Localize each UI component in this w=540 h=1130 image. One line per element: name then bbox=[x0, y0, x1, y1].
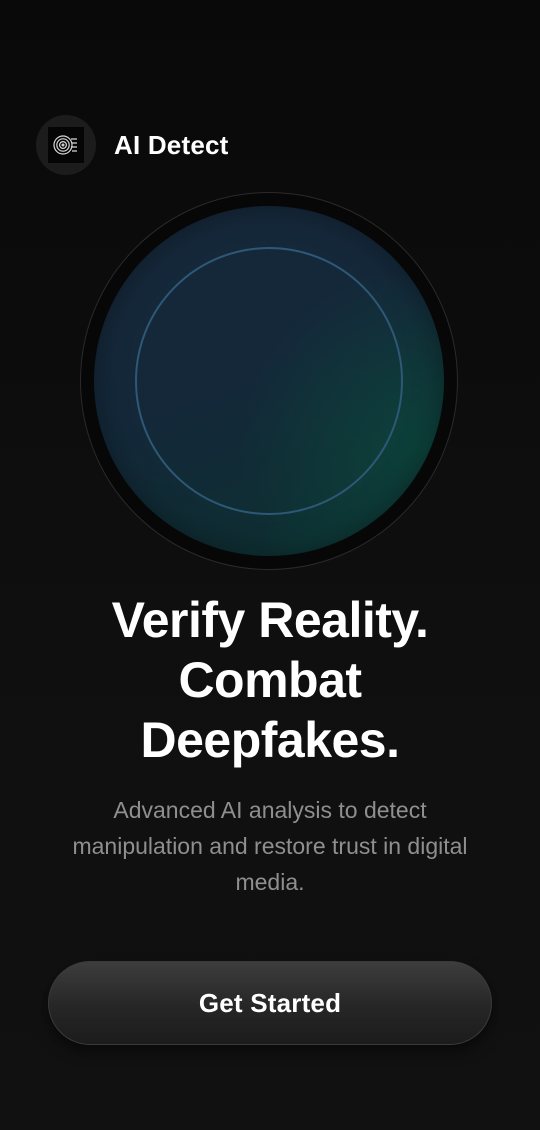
scan-orb-icon bbox=[94, 206, 444, 556]
app-logo bbox=[36, 115, 96, 175]
get-started-button[interactable]: Get Started bbox=[48, 961, 492, 1045]
get-started-label: Get Started bbox=[198, 987, 342, 1018]
subtitle: Advanced AI analysis to detect manipulat… bbox=[72, 797, 468, 895]
headline-line-3: Deepfakes. bbox=[140, 712, 400, 768]
headline-line-1: Verify Reality. bbox=[111, 592, 429, 648]
hero-orb bbox=[80, 192, 458, 570]
headline: Verify Reality. Combat Deepfakes. bbox=[20, 590, 520, 770]
logo-tile bbox=[48, 127, 84, 163]
headline-line-2: Combat bbox=[178, 652, 362, 708]
fingerprint-scan-icon bbox=[53, 135, 77, 155]
app-name: AI Detect bbox=[114, 129, 229, 160]
app-header: AI Detect bbox=[36, 115, 229, 175]
orb-inner-ring bbox=[135, 247, 403, 515]
